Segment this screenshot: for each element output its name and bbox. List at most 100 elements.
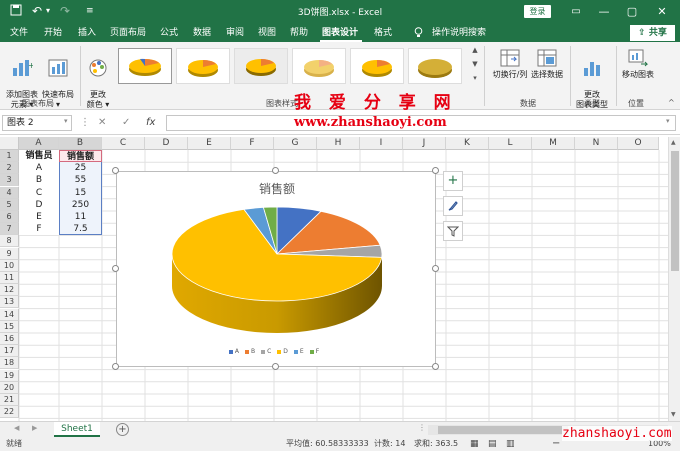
table-cell[interactable]: 15 — [59, 186, 102, 199]
tab-insert[interactable]: 插入 — [78, 27, 96, 39]
resize-handle-t[interactable] — [272, 167, 279, 174]
table-cell[interactable]: B — [19, 174, 59, 187]
legend-item[interactable]: A — [228, 348, 239, 355]
row-header[interactable]: 22 — [0, 406, 19, 419]
legend-item[interactable]: E — [293, 348, 304, 355]
add-sheet-button[interactable]: + — [116, 423, 129, 436]
pie-chart[interactable]: 销售额 ABCDEF — [116, 171, 436, 367]
login-button[interactable]: 登录 — [524, 5, 551, 18]
row-header[interactable]: 6 — [0, 211, 19, 223]
tab-home[interactable]: 开始 — [44, 27, 62, 39]
column-header[interactable]: M — [532, 137, 575, 150]
tab-review[interactable]: 审阅 — [226, 27, 244, 39]
table-cell[interactable]: D — [19, 198, 59, 211]
name-box-dropdown-icon[interactable]: ▾ — [64, 117, 68, 125]
enter-icon[interactable]: ✓ — [122, 117, 130, 128]
row-header[interactable]: 18 — [0, 357, 19, 370]
tab-file[interactable]: 文件 — [10, 27, 28, 39]
vertical-scroll-thumb[interactable] — [671, 151, 679, 271]
column-header[interactable]: A — [19, 137, 59, 150]
column-header[interactable]: C — [102, 137, 145, 150]
row-header[interactable]: 4 — [0, 186, 19, 199]
change-colors-button[interactable]: 更改 颜色 ▾ — [82, 48, 114, 110]
row-header[interactable]: 21 — [0, 394, 19, 406]
chart-style-3[interactable] — [234, 48, 288, 84]
table-cell[interactable]: 销售员 — [19, 150, 59, 163]
table-cell[interactable]: 250 — [59, 198, 102, 211]
column-header[interactable]: N — [575, 137, 618, 150]
table-cell[interactable]: F — [19, 223, 59, 236]
column-header[interactable]: G — [274, 137, 317, 150]
page-break-view-icon[interactable]: ▥ — [506, 437, 515, 451]
cancel-icon[interactable]: ✕ — [98, 117, 106, 128]
chart-style-2[interactable] — [176, 48, 230, 84]
column-header[interactable]: O — [618, 137, 659, 150]
resize-handle-tl[interactable] — [112, 167, 119, 174]
scroll-up-icon[interactable]: ▲ — [671, 139, 676, 146]
restore-button[interactable]: ▢ — [622, 3, 642, 21]
row-header[interactable]: 7 — [0, 223, 19, 236]
row-header[interactable]: 19 — [0, 369, 19, 382]
close-button[interactable]: ✕ — [652, 3, 672, 21]
legend-item[interactable]: B — [244, 348, 255, 355]
column-header[interactable]: K — [446, 137, 489, 150]
row-header[interactable]: 10 — [0, 259, 19, 272]
gallery-up-icon[interactable]: ▲ — [470, 46, 480, 58]
row-header[interactable]: 2 — [0, 162, 19, 175]
table-cell[interactable]: 11 — [59, 211, 102, 224]
row-header[interactable]: 13 — [0, 296, 19, 309]
ribbon-display-icon[interactable]: ▭ — [566, 3, 586, 21]
table-cell[interactable]: 7.5 — [59, 223, 102, 236]
column-header[interactable]: J — [403, 137, 446, 150]
row-header[interactable]: 9 — [0, 247, 19, 260]
normal-view-icon[interactable]: ▦ — [470, 437, 479, 451]
resize-handle-r[interactable] — [432, 265, 439, 272]
row-header[interactable]: 5 — [0, 198, 19, 211]
zoom-out-icon[interactable]: − — [552, 437, 560, 451]
row-header[interactable]: 12 — [0, 284, 19, 297]
collapse-ribbon-icon[interactable]: ^ — [668, 98, 675, 107]
pie-plot-area[interactable] — [117, 172, 437, 368]
table-cell[interactable]: 销售额 — [59, 150, 102, 163]
column-header[interactable]: H — [317, 137, 360, 150]
horizontal-scroll-thumb[interactable] — [438, 426, 568, 434]
tab-format[interactable]: 格式 — [374, 27, 392, 39]
chart-elements-button[interactable]: + — [443, 171, 463, 191]
insert-function-icon[interactable]: fx — [146, 117, 155, 128]
chart-styles-button[interactable] — [443, 196, 463, 216]
row-header[interactable]: 15 — [0, 320, 19, 333]
sheet-tab-sheet1[interactable]: Sheet1 — [54, 422, 100, 437]
vertical-scrollbar[interactable]: ▲ ▼ — [668, 137, 680, 421]
legend-item[interactable]: F — [309, 348, 319, 355]
row-header[interactable]: 11 — [0, 272, 19, 284]
page-layout-view-icon[interactable]: ▤ — [488, 437, 497, 451]
row-header[interactable]: 17 — [0, 345, 19, 358]
tab-help[interactable]: 帮助 — [290, 27, 308, 39]
row-header[interactable]: 16 — [0, 333, 19, 345]
tab-data[interactable]: 数据 — [193, 27, 211, 39]
chart-legend[interactable]: A B C D E F — [117, 348, 437, 355]
table-cell[interactable]: A — [19, 162, 59, 175]
table-cell[interactable]: 25 — [59, 162, 102, 175]
table-cell[interactable]: C — [19, 186, 59, 199]
chart-style-5[interactable] — [350, 48, 404, 84]
share-button[interactable]: ⇪ 共享 — [630, 25, 675, 41]
name-box[interactable]: 图表 2 — [2, 115, 72, 131]
row-header[interactable]: 20 — [0, 381, 19, 394]
table-cell[interactable]: 55 — [59, 174, 102, 187]
tab-chart-design[interactable]: 图表设计 — [322, 27, 358, 39]
column-header[interactable]: E — [188, 137, 231, 150]
column-header[interactable]: F — [231, 137, 274, 150]
row-header[interactable]: 1 — [0, 150, 19, 162]
switch-row-column-button[interactable]: 切换行/列 — [490, 48, 530, 80]
tab-view[interactable]: 视图 — [258, 27, 276, 39]
resize-handle-bl[interactable] — [112, 363, 119, 370]
column-header[interactable]: D — [145, 137, 188, 150]
column-header[interactable]: B — [59, 137, 102, 150]
tell-me-search[interactable]: 操作说明搜索 — [432, 27, 486, 39]
legend-item[interactable]: D — [277, 348, 288, 355]
sheet-prev-icon[interactable]: ◀ — [14, 424, 19, 432]
resize-handle-tr[interactable] — [432, 167, 439, 174]
column-header[interactable]: I — [360, 137, 403, 150]
select-all-corner[interactable] — [0, 137, 19, 150]
